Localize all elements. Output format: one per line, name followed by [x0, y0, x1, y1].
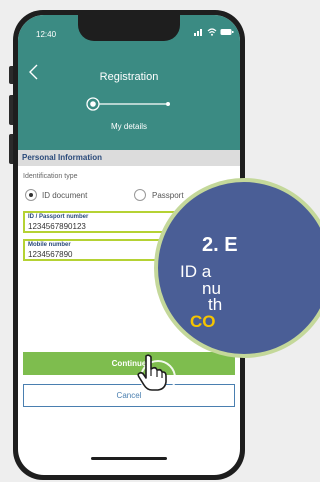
section-title: Personal Information [22, 153, 103, 162]
mobile-number-value: 1234567890 [28, 250, 73, 259]
wifi-icon [207, 28, 217, 36]
identification-type-label: Identification type [23, 173, 78, 180]
home-indicator [91, 457, 167, 460]
status-time: 12:40 [36, 30, 57, 39]
section-header: Personal Information [18, 150, 240, 166]
instruction-callout: 2. E ID a nu th CO [154, 178, 320, 358]
step-progress-indicator [86, 97, 170, 111]
callout-heading: 2. E [202, 234, 238, 256]
battery-icon [220, 29, 234, 35]
status-icons [194, 28, 234, 36]
page-title: Registration [99, 71, 159, 83]
pointing-hand-icon [137, 354, 167, 391]
id-passport-number-label: ID / Passport number [28, 214, 89, 220]
callout-accent-text: CO [190, 312, 216, 331]
radio-passport[interactable] [134, 189, 146, 201]
id-passport-number-value: 1234567890123 [28, 222, 86, 231]
radio-id-document[interactable] [25, 189, 37, 201]
continue-button[interactable]: Continue [23, 352, 235, 375]
mobile-number-label: Mobile number [28, 242, 71, 248]
cancel-button[interactable]: Cancel [23, 384, 235, 407]
radio-label-id-document[interactable]: ID document [42, 191, 87, 200]
radio-label-passport[interactable]: Passport [152, 191, 184, 200]
signal-icon [194, 29, 202, 36]
step-label: My details [110, 122, 147, 131]
phone-notch [78, 15, 180, 41]
radio-selected-dot [29, 193, 33, 197]
